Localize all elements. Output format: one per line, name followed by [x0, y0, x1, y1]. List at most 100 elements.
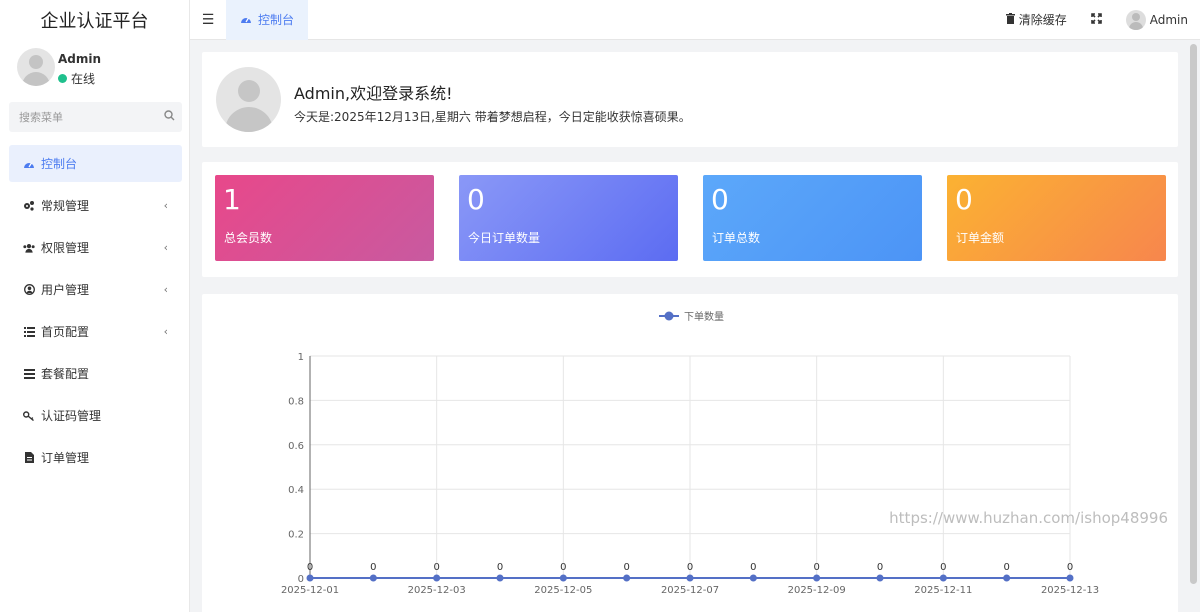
y-tick-label: 0.8 — [288, 396, 304, 407]
stat-label: 订单金额 — [956, 231, 1005, 245]
y-tick-label: 1 — [298, 352, 304, 363]
chevron-left-icon: ‹ — [163, 283, 168, 296]
expand-icon — [1090, 12, 1102, 27]
data-label: 0 — [687, 562, 693, 573]
trash-icon — [1005, 12, 1015, 27]
stat-tile-3: 0 订单金额 — [947, 175, 1166, 261]
scrollbar[interactable] — [1190, 44, 1197, 584]
file-icon — [23, 452, 35, 463]
data-point — [939, 574, 947, 582]
stat-value: 1 — [223, 183, 241, 216]
x-tick-label: 2025-12-05 — [534, 585, 592, 596]
clear-cache-label: 清除缓存 — [1018, 13, 1067, 27]
sidebar-item-7[interactable]: 订单管理 — [9, 439, 182, 476]
sidebar-item-0[interactable]: 控制台 — [9, 145, 182, 182]
main-content: Admin,欢迎登录系统! 今天是:2025年12月13日,星期六 带着梦想启程… — [190, 40, 1188, 612]
user-avatar — [17, 48, 55, 86]
stat-tile-2: 0 订单总数 — [703, 175, 922, 261]
welcome-title: Admin,欢迎登录系统! — [294, 84, 453, 103]
data-point — [623, 574, 631, 582]
data-label: 0 — [750, 562, 756, 573]
data-label: 0 — [497, 562, 503, 573]
app-title: 企业认证平台 — [0, 0, 190, 40]
x-tick-label: 2025-12-03 — [408, 585, 466, 596]
stat-label: 今日订单数量 — [468, 231, 541, 245]
welcome-card: Admin,欢迎登录系统! 今天是:2025年12月13日,星期六 带着梦想启程… — [202, 52, 1178, 147]
menu-toggle-button[interactable]: ☰ — [190, 0, 226, 40]
sidebar-item-5[interactable]: 套餐配置 — [9, 355, 182, 392]
user-status: 在线 — [58, 70, 95, 87]
stat-label: 订单总数 — [712, 231, 761, 245]
hamburger-icon: ☰ — [201, 11, 215, 28]
data-label: 0 — [940, 562, 946, 573]
sidebar-item-label: 常规管理 — [41, 199, 90, 213]
key-icon — [23, 410, 35, 421]
data-point — [306, 574, 314, 582]
legend-label: 下单数量 — [684, 310, 724, 323]
tab-dashboard[interactable]: 控制台 — [226, 0, 309, 40]
data-label: 0 — [560, 562, 566, 573]
sidebar-item-2[interactable]: 权限管理 ‹ — [9, 229, 182, 266]
bars-icon — [23, 368, 35, 379]
search-icon[interactable] — [164, 110, 175, 124]
stat-tile-0: 1 总会员数 — [215, 175, 434, 261]
users-icon — [23, 243, 35, 253]
stat-value: 0 — [711, 183, 729, 216]
user-panel: Admin 在线 — [0, 40, 189, 96]
sidebar-item-3[interactable]: 用户管理 ‹ — [9, 271, 182, 308]
sidebar-item-label: 控制台 — [41, 157, 78, 171]
data-point — [433, 574, 441, 582]
fullscreen-button[interactable] — [1079, 0, 1114, 40]
stat-label: 总会员数 — [224, 231, 273, 245]
y-tick-label: 0.6 — [288, 441, 304, 452]
admin-menu[interactable]: Admin — [1114, 0, 1200, 40]
user-status-label: 在线 — [71, 72, 96, 86]
dashboard-icon — [23, 159, 35, 169]
chevron-left-icon: ‹ — [163, 199, 168, 212]
clear-cache-button[interactable]: 清除缓存 — [994, 0, 1079, 40]
sidebar-menu: 控制台常规管理 ‹ 权限管理 ‹ 用户管理 ‹ 首页配置 ‹ 套餐配置认证码管理订单管理 — [9, 145, 182, 481]
sidebar-item-label: 套餐配置 — [41, 367, 90, 381]
data-label: 0 — [877, 562, 883, 573]
x-tick-label: 2025-12-01 — [281, 585, 339, 596]
online-status-icon — [58, 74, 67, 83]
stats-panel: 1 总会员数 0 今日订单数量 0 订单总数 0 订单金额 — [202, 162, 1178, 277]
y-tick-label: 0.4 — [288, 485, 304, 496]
x-tick-label: 2025-12-11 — [914, 585, 972, 596]
admin-label: Admin — [1149, 12, 1188, 27]
data-label: 0 — [1003, 562, 1009, 573]
chevron-left-icon: ‹ — [163, 241, 168, 254]
user-name: Admin — [58, 52, 102, 66]
data-label: 0 — [370, 562, 376, 573]
x-tick-label: 2025-12-13 — [1041, 585, 1099, 596]
tab-label: 控制台 — [258, 13, 295, 27]
avatar — [1125, 9, 1146, 30]
data-point — [1066, 574, 1074, 582]
x-tick-label: 2025-12-09 — [788, 585, 846, 596]
chart-card: 0 0.2 0.4 0.6 0.8 1 2025-12-01 2025-12-03 2025-1… — [202, 294, 1178, 612]
y-tick-label: 0 — [298, 574, 304, 585]
menu-search — [9, 102, 182, 132]
data-point — [813, 574, 821, 582]
data-point — [686, 574, 694, 582]
sidebar-item-4[interactable]: 首页配置 ‹ — [9, 313, 182, 350]
chevron-left-icon: ‹ — [163, 325, 168, 338]
list-icon — [23, 326, 35, 337]
data-point — [749, 574, 757, 582]
sidebar-item-6[interactable]: 认证码管理 — [9, 397, 182, 434]
sidebar: Admin 在线 控制台常规管理 ‹ 权限管理 ‹ 用户管理 ‹ 首页配置 ‹ 套餐配置认证码管… — [0, 40, 190, 612]
sidebar-item-label: 用户管理 — [41, 283, 90, 297]
order-chart: 0 0.2 0.4 0.6 0.8 1 2025-12-01 2025-12-03 2025-1… — [281, 310, 1168, 596]
data-label: 0 — [813, 562, 819, 573]
data-point — [559, 574, 567, 582]
welcome-avatar — [216, 67, 281, 132]
sidebar-item-label: 首页配置 — [41, 325, 90, 339]
watermark: https://www.huzhan.com/ishop48996 — [889, 509, 1168, 527]
menu-search-input[interactable] — [19, 110, 164, 124]
sidebar-item-label: 订单管理 — [41, 451, 90, 465]
top-navbar: ☰ 控制台 清除缓存 Admin — [190, 0, 1200, 40]
data-label: 0 — [623, 562, 629, 573]
sidebar-item-label: 权限管理 — [41, 241, 90, 255]
data-point — [1003, 574, 1011, 582]
sidebar-item-1[interactable]: 常规管理 ‹ — [9, 187, 182, 224]
